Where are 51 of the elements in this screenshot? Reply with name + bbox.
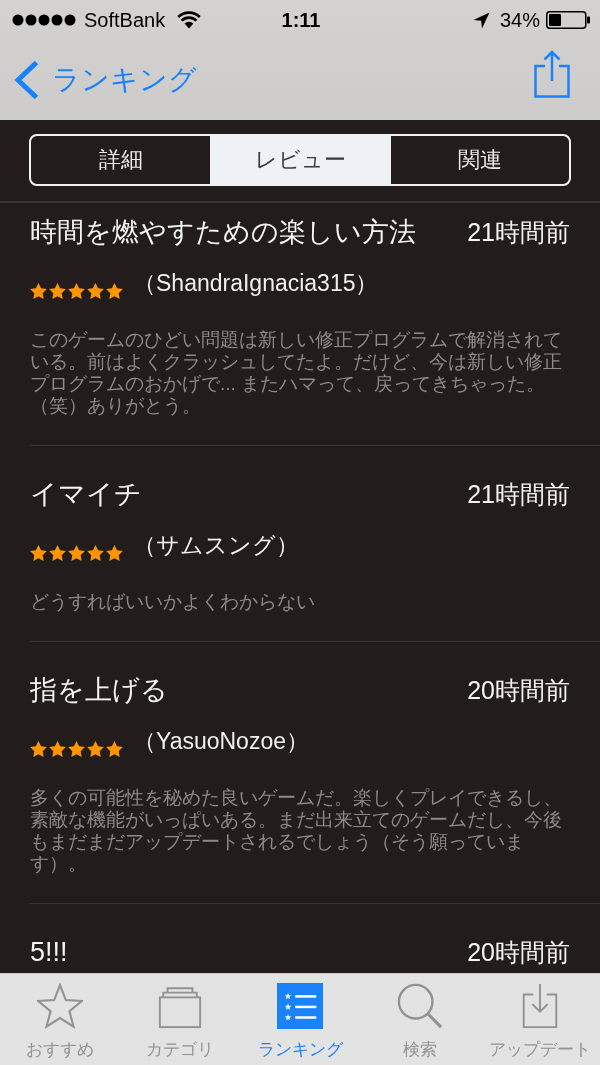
segment-tab[interactable]: レビュー (210, 136, 390, 184)
review-title: イマイチ (30, 478, 142, 511)
star-icon (87, 283, 104, 299)
star-icon (49, 741, 66, 757)
chevron-icon (14, 60, 40, 100)
star-icon (106, 741, 123, 757)
wifi-icon (177, 11, 202, 29)
review-time: 21時間前 (467, 479, 570, 510)
reviewer-name: （ShandraIgnacia315） (133, 269, 379, 297)
review-title: 5!!! (30, 936, 68, 969)
segment-tab[interactable]: 関連 (389, 136, 569, 184)
tab-bar-item[interactable]: カテゴリ (120, 974, 240, 1065)
reviewer-name: （YasuoNozoe） (133, 727, 309, 755)
star-icon (68, 283, 85, 299)
tab-bar-item[interactable]: アップデート (480, 974, 600, 1065)
review-text: このゲームのひどい問題は新しい修正プログラムで解消されている。前はよくクラッシュしてたよ。だけど、今は新しい修正プログラムのおかげで... またハマって、戻ってきちゃった。（笑）ありがとう。 (30, 329, 563, 417)
tab-bar-item[interactable]: おすすめ (0, 974, 120, 1065)
review-text: どうすればいいかよくわからない (30, 591, 316, 613)
star-icon (87, 741, 104, 757)
star-icon (30, 545, 47, 561)
star-icon (30, 283, 47, 299)
carrier-name: SoftBank (84, 8, 166, 32)
clock-time: 1:11 (281, 8, 321, 32)
star-icon (49, 283, 66, 299)
share-icon (534, 50, 570, 98)
search-icon (397, 983, 443, 1029)
location-arrow-icon (472, 11, 490, 29)
star-icon (106, 545, 123, 561)
share-button[interactable] (534, 50, 570, 98)
signal-strength-icon (12, 14, 76, 26)
star-icon (87, 545, 104, 561)
battery-icon (546, 11, 590, 29)
star-icon (30, 741, 47, 757)
review-time: 21時間前 (467, 217, 570, 248)
star-icon (49, 545, 66, 561)
tab-bar-item[interactable]: ランキング (240, 974, 360, 1065)
review-title: 時間を燃やすための楽しい方法 (30, 216, 416, 249)
review-time: 20時間前 (467, 937, 570, 968)
battery-percent: 34% (499, 8, 540, 32)
review-time: 20時間前 (467, 675, 570, 706)
star-icon (68, 545, 85, 561)
tab-bar-item[interactable]: 検索 (360, 974, 480, 1065)
segment-tab[interactable]: 詳細 (31, 136, 211, 184)
review-text: 多くの可能性を秘めた良いゲームだ。楽しくプレイできるし、素敵な機能がいっぱいある。まだ出来立てのゲームだし、今後もまだまだアップデートされるでしょう（そう願っています）。 (30, 787, 563, 875)
reviewer-name: （サムスング） (133, 531, 299, 559)
star-icon (68, 741, 85, 757)
review-title: 指を上げる (30, 674, 168, 707)
back-button[interactable]: ランキング (14, 60, 197, 100)
star-icon (106, 283, 123, 299)
star-outline-icon (37, 983, 83, 1029)
ranked-list-icon (277, 983, 323, 1029)
